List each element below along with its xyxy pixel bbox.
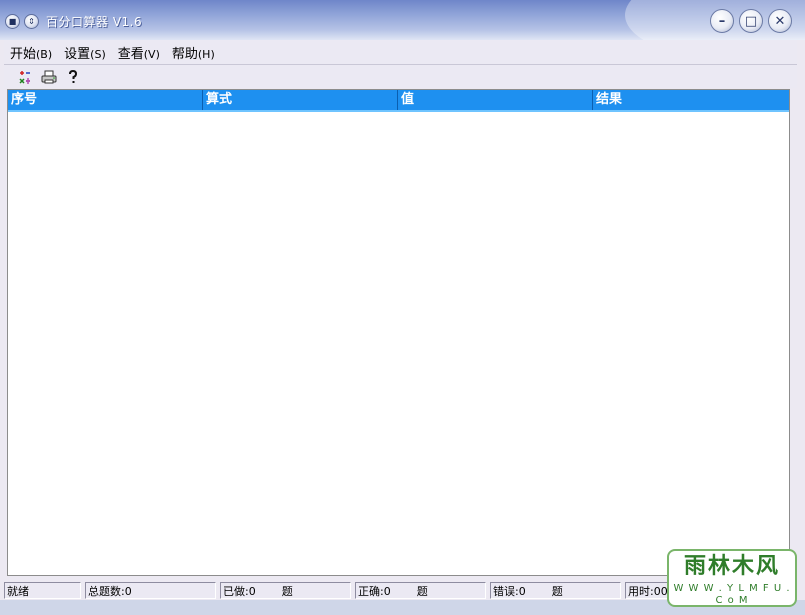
window-title: 百分口算器 V1.6 [46,15,143,29]
square-dot-icon: ■ [8,16,17,26]
close-icon: ✕ [774,13,786,29]
watermark-url-text: W W W . Y L M F U . C o M [673,583,791,606]
status-correct: 正确:0 题 [355,581,486,599]
printer-icon [41,70,57,83]
column-header-result[interactable]: 结果 [593,90,789,110]
menu-view[interactable]: 查看(V) [112,43,166,62]
arithmetic-icon [19,70,30,84]
menu-settings-mnemonic: (S) [90,47,106,61]
close-button[interactable]: ✕ [768,9,792,33]
menu-start[interactable]: 开始(B) [4,43,58,62]
menu-settings-label: 设置 [64,46,91,62]
maximize-icon: □ [744,13,758,29]
column-header-value[interactable]: 值 [398,90,593,110]
menu-start-mnemonic: (B) [36,47,53,61]
menu-settings[interactable]: 设置(S) [58,43,112,62]
help-button[interactable] [62,67,84,87]
watermark-main-text: 雨林木风 [683,554,780,579]
minimize-icon: – [718,13,726,29]
status-done-value: 已做:0 [223,584,256,598]
menu-view-mnemonic: (V) [143,47,160,61]
chevron-updown-icon: ⇕ [28,16,35,26]
list-header: 序号 算式 值 结果 [8,90,789,112]
status-correct-value: 正确:0 [358,584,391,598]
status-correct-unit: 题 [416,584,428,598]
status-wrong: 错误:0 题 [490,581,621,599]
rollup-button[interactable]: ⇕ [24,14,39,29]
system-menu-button[interactable]: ■ [5,14,20,29]
status-wrong-value: 错误:0 [493,584,526,598]
minimize-button[interactable]: – [710,9,734,33]
title-bar[interactable]: ■ ⇕ 百分口算器 V1.6 – □ ✕ [0,0,805,40]
column-header-expression[interactable]: 算式 [203,90,398,110]
menu-help-label: 帮助 [171,46,198,62]
menu-view-label: 查看 [117,46,144,62]
status-done: 已做:0 题 [220,581,351,599]
status-ready: 就绪 [4,581,81,599]
status-wrong-unit: 题 [551,584,563,598]
status-done-unit: 题 [281,584,293,598]
new-exercise-button[interactable] [14,67,36,87]
menu-help-mnemonic: (H) [197,47,215,61]
menu-start-label: 开始 [10,46,37,62]
menu-bar: 开始(B) 设置(S) 查看(V) 帮助(H) [4,40,797,65]
menu-help[interactable]: 帮助(H) [166,43,221,62]
maximize-button[interactable]: □ [739,9,763,33]
toolbar [4,65,797,88]
watermark-logo: 雨林木风 W W W . Y L M F U . C o M [667,549,797,607]
status-total: 总题数:0 [85,581,216,599]
help-icon [69,69,78,83]
app-window: ■ ⇕ 百分口算器 V1.6 – □ ✕ 开始(B) 设置(S) 查看(V) 帮… [0,0,805,615]
results-list[interactable]: 序号 算式 值 结果 [7,89,790,576]
print-button[interactable] [38,67,60,87]
column-header-index[interactable]: 序号 [8,90,203,110]
